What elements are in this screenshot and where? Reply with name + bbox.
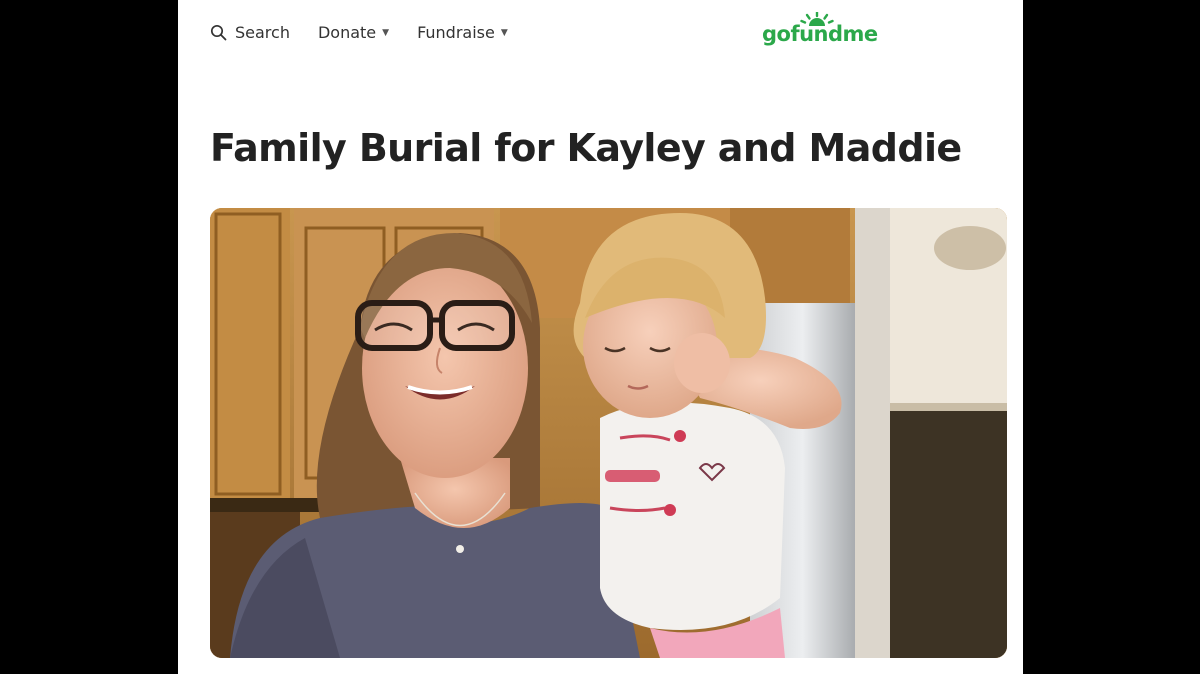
campaign-page: Search Donate ▼ Fundraise ▼ gofundme Fam… (178, 0, 1023, 674)
logo-text: gofundme (762, 22, 878, 46)
chevron-down-icon: ▼ (500, 28, 508, 38)
chevron-down-icon: ▼ (382, 28, 390, 38)
fundraise-menu[interactable]: Fundraise ▼ (417, 23, 508, 42)
donate-menu[interactable]: Donate ▼ (318, 23, 389, 42)
search-icon (210, 24, 227, 41)
gofundme-logo[interactable]: gofundme (762, 12, 880, 52)
search-button[interactable]: Search (210, 23, 290, 42)
campaign-photo[interactable] (210, 208, 1007, 658)
donate-label: Donate (317, 22, 377, 42)
search-label: Search (235, 22, 290, 42)
page-title: Family Burial for Kayley and Maddie (210, 126, 962, 170)
fundraise-label: Fundraise (417, 22, 495, 42)
top-nav: Search Donate ▼ Fundraise ▼ (210, 18, 508, 46)
